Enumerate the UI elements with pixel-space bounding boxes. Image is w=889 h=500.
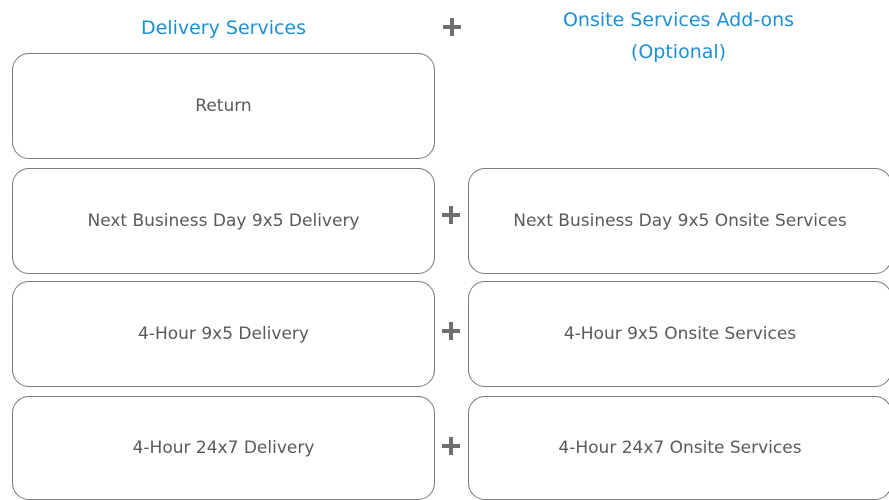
delivery-services-heading: Delivery Services <box>140 17 307 39</box>
onsite-services-heading: Onsite Services Add-ons (Optional) <box>468 4 889 68</box>
plus-icon <box>434 198 468 232</box>
delivery-box-next-business-day: Next Business Day 9x5 Delivery <box>12 168 435 274</box>
onsite-heading-line1: Onsite Services Add-ons <box>562 9 795 31</box>
onsite-box-4-hour-9x5: 4-Hour 9x5 Onsite Services <box>468 281 889 387</box>
delivery-box-4-hour-9x5: 4-Hour 9x5 Delivery <box>12 281 435 387</box>
plus-icon <box>435 10 469 44</box>
onsite-box-4-hour-24x7: 4-Hour 24x7 Onsite Services <box>468 396 889 500</box>
onsite-heading-line2: (Optional) <box>630 41 727 63</box>
delivery-box-return: Return <box>12 53 435 159</box>
plus-icon <box>434 429 468 463</box>
plus-icon <box>434 314 468 348</box>
delivery-box-4-hour-24x7: 4-Hour 24x7 Delivery <box>12 396 435 500</box>
onsite-box-next-business-day: Next Business Day 9x5 Onsite Services <box>468 168 889 274</box>
